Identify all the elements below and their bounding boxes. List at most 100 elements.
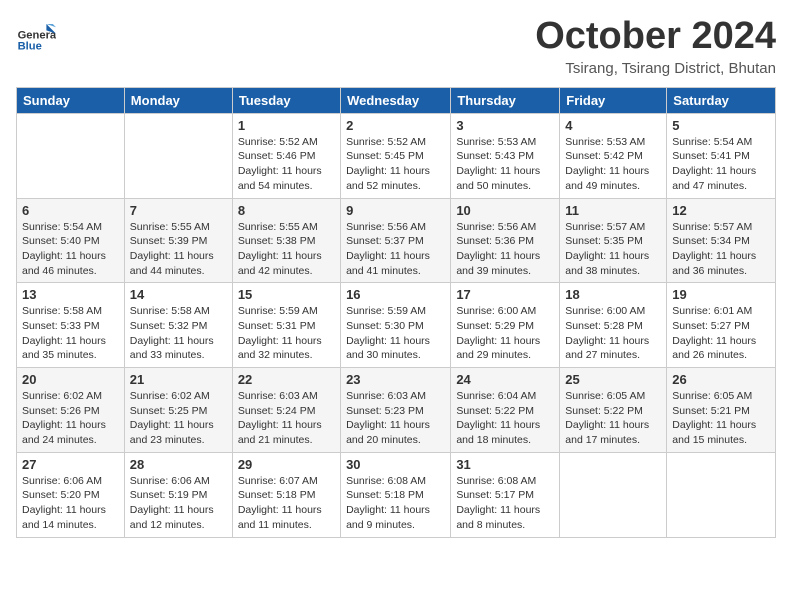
- calendar-cell: 28Sunrise: 6:06 AM Sunset: 5:19 PM Dayli…: [124, 452, 232, 537]
- title-block: October 2024 Tsirang, Tsirang District, …: [535, 16, 776, 77]
- day-number: 14: [130, 287, 227, 302]
- calendar-cell: 19 Sunrise: 6:01 AM Sunset: 5:27 PM Dayli…: [667, 283, 776, 368]
- calendar-cell: 1Sunrise: 5:52 AM Sunset: 5:46 PM Daylig…: [232, 113, 340, 198]
- day-info: Sunrise: 6:03 AM Sunset: 5:24 PM Dayligh…: [238, 389, 335, 448]
- calendar-cell: 11 Sunrise: 5:57 AM Sunset: 5:35 PM Dayli…: [560, 198, 667, 283]
- day-info: Sunrise: 5:56 AM Sunset: 5:37 PM Dayligh…: [346, 220, 445, 279]
- day-info: Sunrise: 5:58 AM Sunset: 5:33 PM Dayligh…: [22, 304, 119, 363]
- calendar-cell: 6 Sunrise: 5:54 AM Sunset: 5:40 PM Daylig…: [17, 198, 125, 283]
- day-info: Sunrise: 5:54 AM Sunset: 5:41 PM Dayligh…: [672, 135, 770, 194]
- day-info: Sunrise: 6:05 AM Sunset: 5:21 PM Dayligh…: [672, 389, 770, 448]
- day-number: 29: [238, 457, 335, 472]
- day-number: 13: [22, 287, 119, 302]
- calendar-cell: 9 Sunrise: 5:56 AM Sunset: 5:37 PM Daylig…: [341, 198, 451, 283]
- location-subtitle: Tsirang, Tsirang District, Bhutan: [535, 60, 776, 77]
- day-number: 19: [672, 287, 770, 302]
- day-info: Sunrise: 5:56 AM Sunset: 5:36 PM Dayligh…: [456, 220, 554, 279]
- calendar-cell: 15Sunrise: 5:59 AM Sunset: 5:31 PM Dayli…: [232, 283, 340, 368]
- calendar-cell: 2Sunrise: 5:52 AM Sunset: 5:45 PM Daylig…: [341, 113, 451, 198]
- day-info: Sunrise: 6:05 AM Sunset: 5:22 PM Dayligh…: [565, 389, 661, 448]
- day-header-friday: Friday: [560, 87, 667, 113]
- month-title: October 2024: [535, 16, 776, 58]
- day-number: 31: [456, 457, 554, 472]
- calendar-cell: [17, 113, 125, 198]
- day-info: Sunrise: 6:03 AM Sunset: 5:23 PM Dayligh…: [346, 389, 445, 448]
- day-info: Sunrise: 5:52 AM Sunset: 5:46 PM Dayligh…: [238, 135, 335, 194]
- calendar-cell: [124, 113, 232, 198]
- calendar-cell: 8Sunrise: 5:55 AM Sunset: 5:38 PM Daylig…: [232, 198, 340, 283]
- day-number: 12: [672, 203, 770, 218]
- day-header-monday: Monday: [124, 87, 232, 113]
- day-info: Sunrise: 5:54 AM Sunset: 5:40 PM Dayligh…: [22, 220, 119, 279]
- day-info: Sunrise: 6:01 AM Sunset: 5:27 PM Dayligh…: [672, 304, 770, 363]
- calendar-cell: 23 Sunrise: 6:03 AM Sunset: 5:23 PM Dayli…: [341, 368, 451, 453]
- logo: General Blue: [16, 16, 60, 56]
- page-header: General Blue October 2024 Tsirang, Tsira…: [16, 16, 776, 77]
- day-number: 3: [456, 118, 554, 133]
- calendar-cell: 12Sunrise: 5:57 AM Sunset: 5:34 PM Dayli…: [667, 198, 776, 283]
- day-info: Sunrise: 5:58 AM Sunset: 5:32 PM Dayligh…: [130, 304, 227, 363]
- day-number: 24: [456, 372, 554, 387]
- day-info: Sunrise: 6:04 AM Sunset: 5:22 PM Dayligh…: [456, 389, 554, 448]
- calendar-cell: 26 Sunrise: 6:05 AM Sunset: 5:21 PM Dayli…: [667, 368, 776, 453]
- calendar-cell: 21 Sunrise: 6:02 AM Sunset: 5:25 PM Dayli…: [124, 368, 232, 453]
- day-number: 21: [130, 372, 227, 387]
- calendar-cell: 18 Sunrise: 6:00 AM Sunset: 5:28 PM Dayli…: [560, 283, 667, 368]
- day-info: Sunrise: 5:59 AM Sunset: 5:31 PM Dayligh…: [238, 304, 335, 363]
- calendar-cell: 24 Sunrise: 6:04 AM Sunset: 5:22 PM Dayli…: [451, 368, 560, 453]
- calendar-week-row: 6 Sunrise: 5:54 AM Sunset: 5:40 PM Daylig…: [17, 198, 776, 283]
- day-info: Sunrise: 6:00 AM Sunset: 5:29 PM Dayligh…: [456, 304, 554, 363]
- day-number: 16: [346, 287, 445, 302]
- calendar-cell: 13 Sunrise: 5:58 AM Sunset: 5:33 PM Dayli…: [17, 283, 125, 368]
- day-header-thursday: Thursday: [451, 87, 560, 113]
- day-info: Sunrise: 5:57 AM Sunset: 5:35 PM Dayligh…: [565, 220, 661, 279]
- day-number: 4: [565, 118, 661, 133]
- svg-text:Blue: Blue: [18, 41, 42, 53]
- day-number: 26: [672, 372, 770, 387]
- calendar-cell: 22 Sunrise: 6:03 AM Sunset: 5:24 PM Dayli…: [232, 368, 340, 453]
- day-number: 5: [672, 118, 770, 133]
- calendar-cell: 17Sunrise: 6:00 AM Sunset: 5:29 PM Dayli…: [451, 283, 560, 368]
- day-info: Sunrise: 5:53 AM Sunset: 5:42 PM Dayligh…: [565, 135, 661, 194]
- day-info: Sunrise: 5:55 AM Sunset: 5:39 PM Dayligh…: [130, 220, 227, 279]
- day-info: Sunrise: 6:06 AM Sunset: 5:20 PM Dayligh…: [22, 474, 119, 533]
- day-number: 25: [565, 372, 661, 387]
- day-info: Sunrise: 5:55 AM Sunset: 5:38 PM Dayligh…: [238, 220, 335, 279]
- calendar-cell: 10 Sunrise: 5:56 AM Sunset: 5:36 PM Dayli…: [451, 198, 560, 283]
- calendar-cell: 14 Sunrise: 5:58 AM Sunset: 5:32 PM Dayli…: [124, 283, 232, 368]
- day-info: Sunrise: 6:02 AM Sunset: 5:26 PM Dayligh…: [22, 389, 119, 448]
- calendar-week-row: 13 Sunrise: 5:58 AM Sunset: 5:33 PM Dayli…: [17, 283, 776, 368]
- calendar-cell: 29 Sunrise: 6:07 AM Sunset: 5:18 PM Dayli…: [232, 452, 340, 537]
- day-number: 9: [346, 203, 445, 218]
- day-number: 30: [346, 457, 445, 472]
- day-header-saturday: Saturday: [667, 87, 776, 113]
- calendar-cell: 30 Sunrise: 6:08 AM Sunset: 5:18 PM Dayli…: [341, 452, 451, 537]
- calendar-cell: 27 Sunrise: 6:06 AM Sunset: 5:20 PM Dayli…: [17, 452, 125, 537]
- calendar-cell: 4 Sunrise: 5:53 AM Sunset: 5:42 PM Daylig…: [560, 113, 667, 198]
- day-info: Sunrise: 6:08 AM Sunset: 5:18 PM Dayligh…: [346, 474, 445, 533]
- day-info: Sunrise: 5:53 AM Sunset: 5:43 PM Dayligh…: [456, 135, 554, 194]
- day-info: Sunrise: 6:06 AM Sunset: 5:19 PM Dayligh…: [130, 474, 227, 533]
- calendar-cell: 16Sunrise: 5:59 AM Sunset: 5:30 PM Dayli…: [341, 283, 451, 368]
- day-info: Sunrise: 6:08 AM Sunset: 5:17 PM Dayligh…: [456, 474, 554, 533]
- calendar-cell: 31 Sunrise: 6:08 AM Sunset: 5:17 PM Dayli…: [451, 452, 560, 537]
- day-header-wednesday: Wednesday: [341, 87, 451, 113]
- day-number: 23: [346, 372, 445, 387]
- calendar-cell: 3 Sunrise: 5:53 AM Sunset: 5:43 PM Daylig…: [451, 113, 560, 198]
- day-number: 2: [346, 118, 445, 133]
- day-number: 6: [22, 203, 119, 218]
- calendar-cell: 7Sunrise: 5:55 AM Sunset: 5:39 PM Daylig…: [124, 198, 232, 283]
- day-number: 10: [456, 203, 554, 218]
- day-info: Sunrise: 6:02 AM Sunset: 5:25 PM Dayligh…: [130, 389, 227, 448]
- calendar-cell: [667, 452, 776, 537]
- calendar-cell: 20 Sunrise: 6:02 AM Sunset: 5:26 PM Dayli…: [17, 368, 125, 453]
- day-number: 20: [22, 372, 119, 387]
- day-info: Sunrise: 6:07 AM Sunset: 5:18 PM Dayligh…: [238, 474, 335, 533]
- day-number: 18: [565, 287, 661, 302]
- day-number: 27: [22, 457, 119, 472]
- day-number: 22: [238, 372, 335, 387]
- calendar-table: SundayMondayTuesdayWednesdayThursdayFrid…: [16, 87, 776, 538]
- day-info: Sunrise: 6:00 AM Sunset: 5:28 PM Dayligh…: [565, 304, 661, 363]
- day-number: 11: [565, 203, 661, 218]
- calendar-week-row: 20 Sunrise: 6:02 AM Sunset: 5:26 PM Dayli…: [17, 368, 776, 453]
